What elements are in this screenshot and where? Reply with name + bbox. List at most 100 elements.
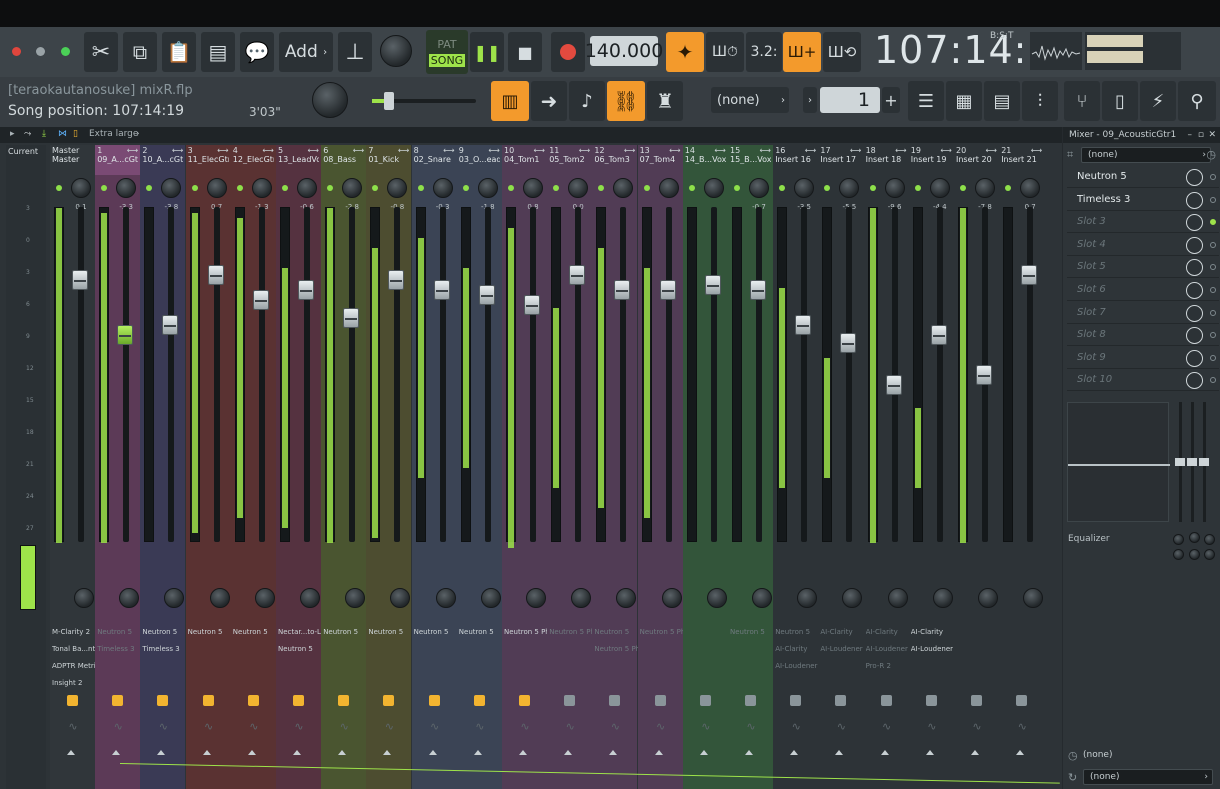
stereo-separation-knob[interactable] [887,588,908,608]
strip-header[interactable]: 11 ⟷ 05_Tom2 [547,145,592,175]
piano-roll-icon[interactable]: ▦ [946,81,982,121]
strip-enable-led[interactable] [417,185,424,191]
eq-band-faders[interactable] [1175,402,1215,522]
pattern-number[interactable]: 1 [820,87,880,113]
pat-song-toggle[interactable]: PAT SONG [426,30,468,74]
volume-fader[interactable] [252,290,269,310]
volume-fader[interactable] [659,280,676,300]
mixer-strip-17[interactable]: 17⟷Insert 17-5.5AI-ClarityAI-Loudener∿ [818,145,864,789]
route-arrow-icon[interactable] [247,750,256,755]
fx-enable-led[interactable] [1210,287,1216,293]
send-route-icon[interactable] [428,695,440,706]
fx-slot-4[interactable]: Slot 4 [1067,235,1219,256]
fx-slot-1[interactable]: Neutron 5 [1067,167,1219,188]
strip-fx-slot[interactable]: Neutron 5 [142,628,186,636]
pan-knob[interactable] [703,178,724,198]
fx-slot-2[interactable]: Timeless 3 [1067,190,1219,211]
fx-mix-knob[interactable] [1186,169,1203,186]
route-arrow-icon[interactable] [1016,750,1025,755]
send-route-icon[interactable] [383,695,395,706]
snap-tool-icon[interactable]: ⊥ [338,32,372,72]
stereo-separation-knob[interactable] [842,588,863,608]
pan-knob[interactable] [432,178,453,198]
route-arrow-icon[interactable] [519,750,527,755]
route-arrow-icon[interactable] [428,750,437,755]
routing-arrows-icon[interactable]: ⟷ [488,146,499,155]
mixer-size-chevron-icon[interactable]: › [136,129,140,139]
strip-fx-slot[interactable]: Neutron 5 [459,628,503,636]
pan-knob[interactable] [71,178,91,198]
output-in-value[interactable]: (none) [1083,750,1112,760]
mixer-size-label[interactable]: Extra large [89,129,138,139]
strip-header[interactable]: 18 ⟷ Insert 18 [864,145,909,175]
fx-slot-6[interactable]: Slot 6 [1067,280,1219,301]
eq-knob-mid[interactable] [1189,532,1200,543]
fx-mix-knob[interactable] [1186,282,1203,299]
volume-fader[interactable] [207,265,224,285]
add-button[interactable]: Add › [279,32,333,72]
pan-knob[interactable] [794,178,815,198]
strip-fx-slot[interactable]: Neutron 5 [730,628,774,636]
stereo-separation-knob[interactable] [390,588,411,608]
strip-enable-led[interactable] [508,185,514,191]
strip-fx-slot[interactable]: Neutron 5 Phase [594,645,638,653]
strip-fx-slot[interactable]: ADPTR MetricAB [52,662,96,670]
route-arrow-icon[interactable] [293,750,301,755]
mixer-strip-1[interactable]: 1⟷09_A...cGtr1-3.3Neutron 5Timeless 3∿ [95,145,141,789]
strip-fx-slot[interactable]: Neutron 5 Phase [640,628,684,636]
send-route-icon[interactable] [745,695,756,706]
stereo-separation-knob[interactable] [254,588,275,608]
eq-graph[interactable] [1067,402,1170,522]
strip-fx-slot[interactable]: AI-Loudener [820,645,864,653]
blend-notes-icon[interactable]: Ш+ [783,32,821,72]
restore-icon[interactable]: ▫ [1198,130,1204,140]
playlist-window-icon[interactable]: ☰ [908,81,944,121]
fx-mix-knob[interactable] [1186,304,1203,322]
volume-fader[interactable] [524,295,540,315]
channel-rack-icon[interactable]: ▤ [984,81,1020,121]
strip-fx-slot[interactable]: Neutron 5 [594,628,638,636]
pan-knob[interactable] [387,178,408,198]
fx-mix-knob[interactable] [1186,372,1203,390]
volume-fader[interactable] [614,280,631,300]
mixer-strip-5[interactable]: 5⟷13_LeadVox-0.6Nectar...to-LevelNeutron… [276,145,322,789]
strip-fx-slot[interactable]: Neutron 5 [368,628,412,636]
strip-header[interactable]: 9 ⟷03_O...eads [457,145,502,175]
pan-knob[interactable] [749,178,769,198]
routing-arrows-icon[interactable]: ⟷ [127,146,138,155]
send-route-icon[interactable] [1016,695,1028,706]
volume-fader[interactable] [885,375,902,395]
strip-fx-slot[interactable]: AI-Clarity [775,645,819,653]
strip-header[interactable]: 2 ⟷10_A...cGtr2 [140,145,185,175]
pan-knob[interactable] [523,178,543,198]
volume-fader[interactable] [795,315,812,335]
mixer-strip-20[interactable]: 20⟷Insert 20-7.8∿ [954,145,999,789]
volume-fader[interactable] [162,315,179,335]
strip-header[interactable]: 15 ⟷15_B...Vox2 [728,145,773,175]
routing-arrows-icon[interactable]: ⟷ [805,146,816,155]
routing-arrows-icon[interactable]: ⟷ [850,146,861,155]
strip-header[interactable]: 17 ⟷ Insert 17 [818,145,863,175]
stereo-separation-knob[interactable] [752,588,772,608]
strip-enable-led[interactable] [56,185,62,191]
strip-fx-slot[interactable]: Neutron 5 [775,628,819,636]
mixer-icon[interactable]: ⫶ [1022,81,1058,121]
mixer-strip-13[interactable]: 13 ⟷07_Tom4 Neutron 5 Phase ∿ [637,145,684,789]
fx-output-select[interactable]: (none) › [1083,769,1213,785]
strip-fx-slot[interactable]: Timeless 3 [97,645,141,653]
strip-fx-slot[interactable]: Neutron 5 Phase [549,628,593,636]
send-route-icon[interactable] [971,695,982,706]
mixer-strip-10[interactable]: 10⟷04_Tom10.8Neutron 5 Phase∿ [502,145,548,789]
fx-enable-led[interactable] [1210,309,1216,316]
link-icon[interactable]: ⛓ [607,81,645,121]
fx-mix-knob[interactable] [1186,214,1203,232]
routing-arrows-icon[interactable]: ⟷ [624,146,635,155]
send-route-icon[interactable] [519,695,530,706]
mixer-strip-2[interactable]: 2⟷10_A...cGtr2-3.8Neutron 5Timeless 3∿ [140,145,186,789]
route-arrow-icon[interactable] [971,750,979,755]
strip-header[interactable]: 19 ⟷ Insert 19 [909,145,954,175]
play-pause-button[interactable]: ❚❚ [470,32,504,72]
strip-fx-slot[interactable]: AI-Loudener [866,645,910,653]
send-route-icon[interactable] [564,695,576,706]
strip-fx-slot[interactable]: Neutron 5 [323,628,367,636]
